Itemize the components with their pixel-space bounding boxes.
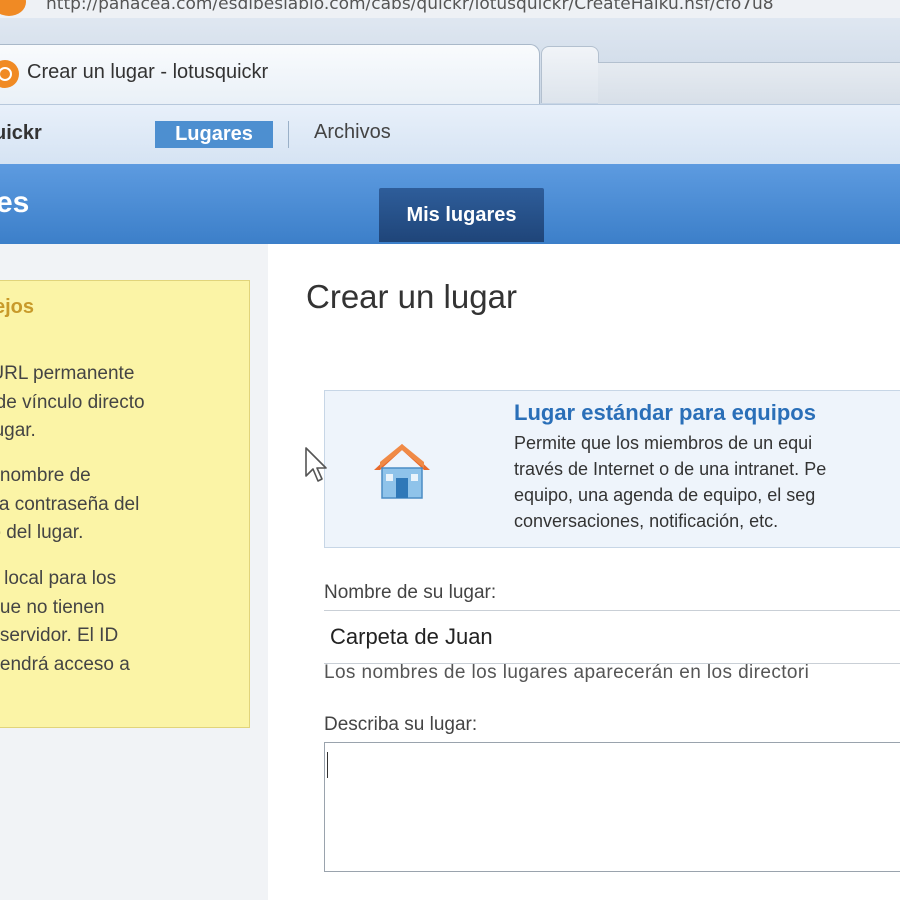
template-description: Permite que los miembros de un equi trav… (514, 433, 827, 531)
place-description-textarea[interactable] (324, 742, 900, 872)
place-description-label: Describa su lugar: (324, 714, 478, 735)
tip-item: na URL permanente rva de vínculo directo… (0, 363, 145, 441)
address-bar[interactable]: http://panacea.com/esdibeslablo.com/cabs… (0, 0, 900, 19)
app-header (0, 104, 900, 165)
new-tab-button[interactable] (541, 46, 599, 103)
house-icon (374, 444, 430, 499)
nav-divider (288, 121, 289, 148)
tip-item: n ID local para los os que no tienen o a… (0, 568, 130, 675)
text-caret (327, 752, 328, 778)
place-name-hint: Los nombres de los lugares aparecerán en… (324, 662, 810, 683)
tab-mis-lugares[interactable]: Mis lugares (379, 188, 544, 242)
browser-tab-active[interactable]: Crear un lugar - lotusquickr (0, 44, 540, 105)
address-url[interactable]: http://panacea.com/esdibeslablo.com/cabs… (46, 0, 774, 14)
page-title: Crear un lugar (306, 278, 517, 315)
place-name-label: Nombre de su lugar: (324, 582, 497, 603)
site-favicon (0, 0, 26, 16)
place-name-value[interactable]: Carpeta de Juan (330, 624, 493, 650)
app-name: uickr (0, 122, 42, 144)
mouse-cursor-icon (305, 447, 327, 482)
section-title: es (0, 186, 30, 219)
tip-item: a el nombre de o y la contraseña del tar… (0, 465, 140, 543)
tips-title: ejos (0, 296, 35, 318)
tab-strip-empty-area (598, 62, 900, 105)
browser-tab-title: Crear un lugar - lotusquickr (27, 61, 269, 83)
template-name-link[interactable]: Lugar estándar para equipos (514, 400, 816, 426)
nav-archivos[interactable]: Archivos (314, 121, 391, 144)
lotus-favicon-icon (0, 60, 19, 88)
nav-lugares[interactable]: Lugares (155, 121, 273, 148)
